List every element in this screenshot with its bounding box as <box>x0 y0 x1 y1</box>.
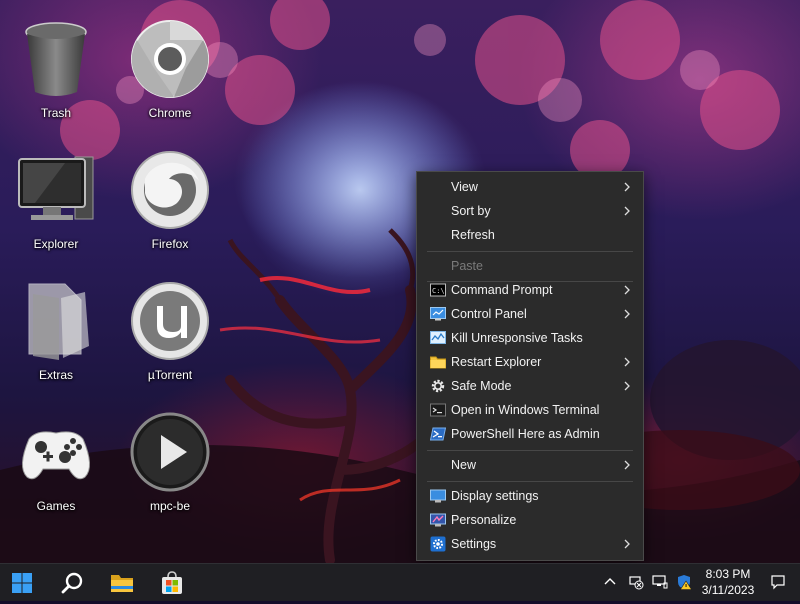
desktop-icon-label: Trash <box>40 106 72 120</box>
menu-item-label: View <box>451 180 478 194</box>
chevron-right-icon <box>624 206 630 216</box>
menu-item-label: Display settings <box>451 489 539 503</box>
menu-item-label: Control Panel <box>451 307 527 321</box>
notification-icon[interactable] <box>770 574 786 590</box>
desktop-wallpaper[interactable] <box>0 0 800 563</box>
desktop-icon-mpc-be[interactable]: mpc-be <box>122 405 218 525</box>
trash-icon <box>25 22 87 96</box>
computer-icon <box>18 156 94 220</box>
search-button[interactable] <box>56 567 88 599</box>
menu-item-refresh[interactable]: Refresh <box>421 223 639 247</box>
menu-item-label: Safe Mode <box>451 379 512 393</box>
desktop-icon-label: Firefox <box>151 237 189 251</box>
menu-item-label: Refresh <box>451 228 495 242</box>
file-explorer-button[interactable] <box>106 567 138 599</box>
settings-gear-icon <box>430 536 446 552</box>
chevron-right-icon <box>624 182 630 192</box>
menu-item-display-settings[interactable]: Display settings <box>421 484 639 508</box>
menu-item-sort-by[interactable]: Sort by <box>421 199 639 223</box>
chevron-right-icon <box>624 381 630 391</box>
desktop-icon-firefox[interactable]: Firefox <box>122 143 218 263</box>
desktop-context-menu: View Sort by Refresh Paste C:\ Command P… <box>416 171 644 561</box>
personalize-icon <box>430 513 446 527</box>
desktop-icon-games[interactable]: Games <box>8 405 104 525</box>
menu-item-command-prompt[interactable]: C:\ Command Prompt <box>421 278 639 302</box>
menu-item-powershell-admin[interactable]: PowerShell Here as Admin <box>421 422 639 446</box>
menu-item-label: Command Prompt <box>451 283 553 297</box>
menu-item-personalize[interactable]: Personalize <box>421 508 639 532</box>
menu-item-restart-explorer[interactable]: Restart Explorer <box>421 350 639 374</box>
desktop-icon-trash[interactable]: Trash <box>8 12 104 132</box>
start-button[interactable] <box>6 567 38 599</box>
windows-start-icon <box>12 573 32 593</box>
menu-item-new[interactable]: New <box>421 453 639 477</box>
store-icon <box>162 571 182 594</box>
chevron-up-icon[interactable] <box>602 574 618 590</box>
clock-date: 3/11/2023 <box>701 583 755 597</box>
control-panel-icon <box>430 307 446 321</box>
desktop-icon-label: mpc-be <box>149 499 190 513</box>
desktop-icon-label: Chrome <box>148 106 192 120</box>
network-icon[interactable] <box>652 574 668 590</box>
task-monitor-icon <box>430 331 446 344</box>
menu-item-label: Restart Explorer <box>451 355 542 369</box>
desktop-icon-extras[interactable]: Extras <box>8 274 104 394</box>
network-off-icon[interactable] <box>628 574 644 590</box>
folder-icon <box>28 283 89 360</box>
store-button[interactable] <box>156 567 188 599</box>
play-icon <box>130 412 210 492</box>
cmd-icon: C:\ <box>430 283 446 297</box>
menu-item-label: Open in Windows Terminal <box>451 403 600 417</box>
clock-time: 8:03 PM <box>705 567 751 581</box>
menu-separator <box>427 251 633 252</box>
display-icon <box>430 489 446 503</box>
menu-item-label: Kill Unresponsive Tasks <box>451 331 583 345</box>
desktop-icon-label: Explorer <box>33 237 79 251</box>
gamepad-icon <box>22 431 90 480</box>
chevron-right-icon <box>624 539 630 549</box>
chrome-icon <box>131 20 209 98</box>
folder-icon <box>430 356 446 369</box>
menu-item-control-panel[interactable]: Control Panel <box>421 302 639 326</box>
menu-item-label: Personalize <box>451 513 517 527</box>
menu-item-label: PowerShell Here as Admin <box>451 427 600 441</box>
menu-item-label: Sort by <box>451 204 491 218</box>
desktop-icon-label: Games <box>36 499 76 513</box>
menu-item-label: New <box>451 458 477 472</box>
gear-icon <box>431 379 445 393</box>
firefox-icon <box>131 151 209 229</box>
security-warning-icon[interactable] <box>676 574 692 590</box>
search-icon <box>61 572 83 594</box>
desktop-icon-chrome[interactable]: Chrome <box>122 12 218 132</box>
wallpaper-art <box>0 0 800 563</box>
powershell-icon <box>430 427 446 441</box>
menu-item-open-windows-terminal[interactable]: Open in Windows Terminal <box>421 398 639 422</box>
desktop-icon-label: Extras <box>38 368 73 382</box>
terminal-icon <box>430 403 446 417</box>
menu-item-label: Settings <box>451 537 497 551</box>
menu-item-kill-unresponsive-tasks[interactable]: Kill Unresponsive Tasks <box>421 326 639 350</box>
taskbar: 8:03 PM 3/11/2023 <box>0 563 800 601</box>
chevron-right-icon <box>624 460 630 470</box>
menu-separator <box>427 450 633 451</box>
svg-text:C:\: C:\ <box>432 287 445 295</box>
desktop-icon-utorrent[interactable]: µTorrent <box>122 274 218 394</box>
file-explorer-icon <box>111 575 133 592</box>
utorrent-icon <box>131 282 209 360</box>
menu-item-label: Paste <box>451 259 483 273</box>
system-clock[interactable]: 8:03 PM 3/11/2023 <box>700 566 756 598</box>
menu-item-paste: Paste <box>421 254 639 278</box>
desktop-icon-explorer[interactable]: Explorer <box>8 143 104 263</box>
chevron-right-icon <box>624 285 630 295</box>
menu-item-settings[interactable]: Settings <box>421 532 639 556</box>
menu-item-safe-mode[interactable]: Safe Mode <box>421 374 639 398</box>
menu-item-view[interactable]: View <box>421 175 639 199</box>
menu-separator <box>427 481 633 482</box>
desktop-icon-label: µTorrent <box>147 368 193 382</box>
chevron-right-icon <box>624 309 630 319</box>
chevron-right-icon <box>624 357 630 367</box>
